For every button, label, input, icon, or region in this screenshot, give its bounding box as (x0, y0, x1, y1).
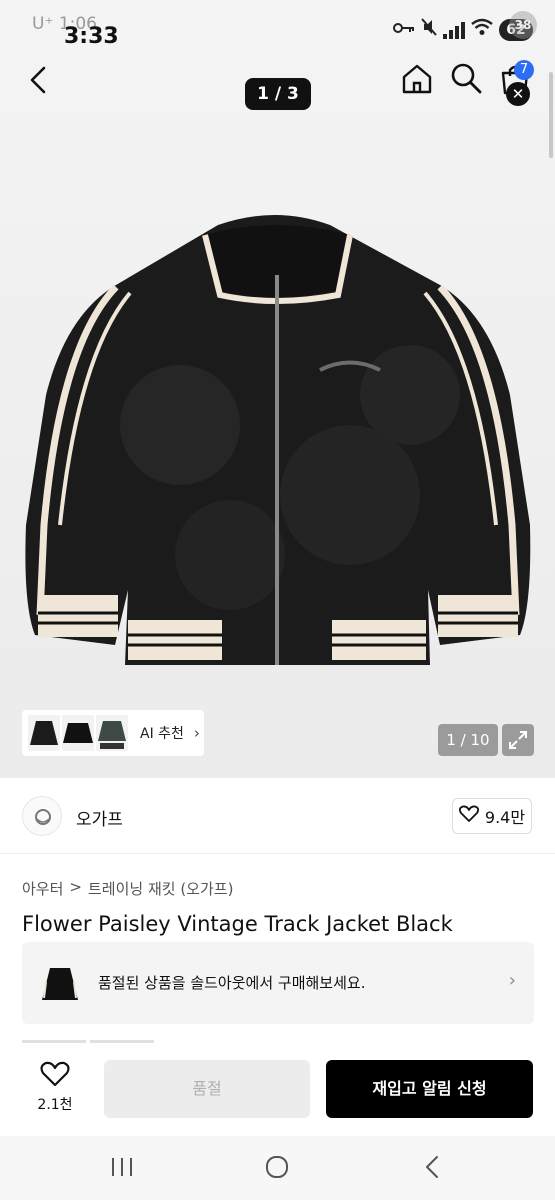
battery-indicator: 62 38 (499, 10, 537, 41)
system-navigation-bar (0, 1136, 555, 1200)
wish-button[interactable]: 2.1천 (30, 1060, 80, 1118)
cart-count-badge: 7 (514, 60, 534, 80)
close-icon[interactable]: ✕ (506, 82, 530, 106)
soldout-button: 품절 (104, 1060, 310, 1118)
tab-indicator[interactable] (22, 1040, 86, 1043)
back-arrow-icon[interactable] (24, 64, 56, 96)
product-title: Flower Paisley Vintage Track Jacket Blac… (22, 912, 453, 936)
clock: 3:33 (64, 24, 119, 49)
chevron-right-icon: › (508, 970, 516, 991)
brand-like-button[interactable]: 9.4만 (452, 798, 532, 834)
breadcrumb-category[interactable]: 아우터 (22, 878, 63, 899)
ai-thumbnail (28, 715, 60, 751)
product-photo (20, 195, 535, 665)
ai-thumbnail (62, 715, 94, 751)
mute-icon (421, 18, 437, 41)
brand-like-count: 9.4만 (484, 808, 526, 827)
ai-thumbnail (96, 715, 128, 751)
soldout-thumbnail (38, 962, 82, 1006)
status-icons: 62 38 (393, 10, 537, 41)
ai-recommendation-label: AI 추천 (140, 726, 184, 742)
recent-apps-icon[interactable] (110, 1156, 134, 1178)
brand-logo[interactable] (22, 796, 62, 836)
app-screen: U⁺ 1:06 3:33 62 38 1 / 3 7 ✕ AI 추천 › 1 /… (0, 0, 555, 1200)
heart-icon (40, 1061, 70, 1092)
wish-count: 2.1천 (37, 1097, 73, 1113)
home-icon[interactable] (400, 62, 434, 96)
soldout-banner-text: 품절된 상품을 솔드아웃에서 구매해보세요. (98, 974, 366, 992)
back-triangle-icon[interactable] (422, 1154, 442, 1180)
chevron-right-icon: › (193, 724, 200, 742)
brand-row[interactable]: 오가프 9.4만 (0, 778, 555, 854)
breadcrumb: 아우터 > 트레이닝 재킷 (오가프) (22, 878, 233, 899)
search-icon[interactable] (450, 62, 482, 94)
restock-alert-button[interactable]: 재입고 알림 신청 (326, 1060, 533, 1118)
home-circle-icon[interactable] (264, 1154, 290, 1180)
battery-ghost-badge: 38 (509, 10, 537, 39)
ai-recommendation-button[interactable]: AI 추천 › (22, 710, 204, 756)
breadcrumb-subcategory[interactable]: 트레이닝 재킷 (오가프) (88, 878, 233, 899)
product-image-gallery[interactable]: U⁺ 1:06 3:33 62 38 1 / 3 7 ✕ AI 추천 › 1 /… (0, 0, 555, 778)
heart-icon (458, 805, 479, 827)
breadcrumb-separator: > (69, 878, 82, 896)
expand-icon[interactable] (502, 724, 534, 756)
key-icon (393, 19, 415, 40)
image-counter: 1 / 10 (438, 724, 498, 756)
scroll-indicator[interactable] (549, 72, 553, 158)
tab-indicator[interactable] (90, 1040, 154, 1043)
status-bar: U⁺ 1:06 3:33 62 38 (0, 0, 555, 54)
signal-strength-icon (443, 21, 465, 39)
brand-name[interactable]: 오가프 (76, 805, 123, 830)
soldout-banner[interactable]: 품절된 상품을 솔드아웃에서 구매해보세요. › (22, 942, 534, 1024)
purchase-action-bar: 2.1천 품절 재입고 알림 신청 (0, 1044, 555, 1136)
wifi-icon (471, 18, 493, 41)
image-page-indicator: 1 / 3 (245, 78, 311, 110)
